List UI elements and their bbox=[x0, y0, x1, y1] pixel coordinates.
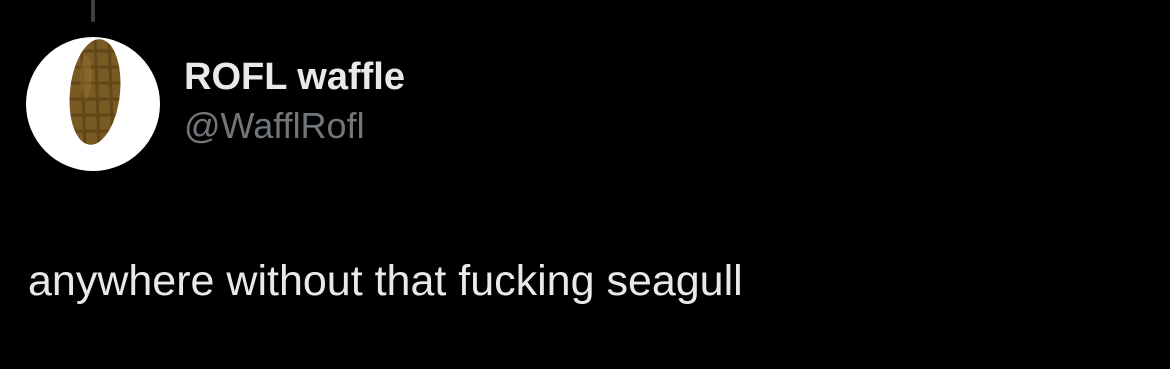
thread-connector-line bbox=[91, 0, 95, 22]
waffle-icon bbox=[64, 37, 126, 148]
author-handle[interactable]: @WafflRofl bbox=[184, 102, 405, 150]
author-display-name[interactable]: ROFL waffle bbox=[184, 52, 405, 102]
tweet-text: anywhere without that fucking seagull bbox=[28, 257, 743, 305]
author-info[interactable]: ROFL waffle @WafflRofl bbox=[184, 52, 405, 150]
avatar[interactable] bbox=[26, 37, 160, 171]
